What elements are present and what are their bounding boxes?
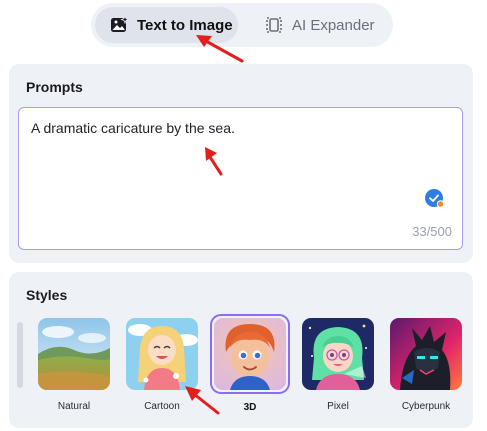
style-label: Cyberpunk (401, 401, 451, 412)
style-card-cyberpunk[interactable]: Cyberpunk (390, 318, 462, 412)
annotation-arrow (196, 35, 244, 63)
style-label: Pixel (327, 401, 349, 412)
character-counter: 33/500 (412, 224, 452, 239)
natural-thumbnail (38, 318, 110, 390)
scroll-handle[interactable] (17, 322, 23, 388)
3d-thumbnail (214, 318, 286, 390)
prompt-input[interactable]: A dramatic caricature by the sea. 33/500 (18, 107, 463, 250)
prompt-text: A dramatic caricature by the sea. (31, 120, 235, 136)
annotation-arrow (205, 147, 223, 176)
style-card-pixel[interactable]: Pixel (302, 318, 374, 412)
prompts-panel: Prompts A dramatic caricature by the sea… (9, 64, 473, 263)
image-sparkle-icon (109, 15, 129, 35)
pixel-thumbnail (302, 318, 374, 390)
style-card-3d[interactable]: 3D (210, 314, 290, 413)
cyberpunk-thumbnail (390, 318, 462, 390)
styles-title: Styles (26, 287, 68, 303)
style-label: 3D (243, 402, 257, 413)
tab-label: AI Expander (292, 16, 375, 34)
tab-ai-expander[interactable]: AI Expander (238, 7, 389, 43)
prompts-title: Prompts (26, 79, 83, 95)
styles-panel: Styles Natural Cartoon 3D Pixel Cyberpun… (9, 272, 473, 428)
annotation-arrow (185, 386, 220, 415)
check-badge-icon[interactable] (425, 189, 445, 209)
style-label: Natural (57, 401, 91, 412)
style-card-natural[interactable]: Natural (38, 318, 110, 412)
expand-frame-icon (264, 15, 284, 35)
cartoon-thumbnail (126, 318, 198, 390)
